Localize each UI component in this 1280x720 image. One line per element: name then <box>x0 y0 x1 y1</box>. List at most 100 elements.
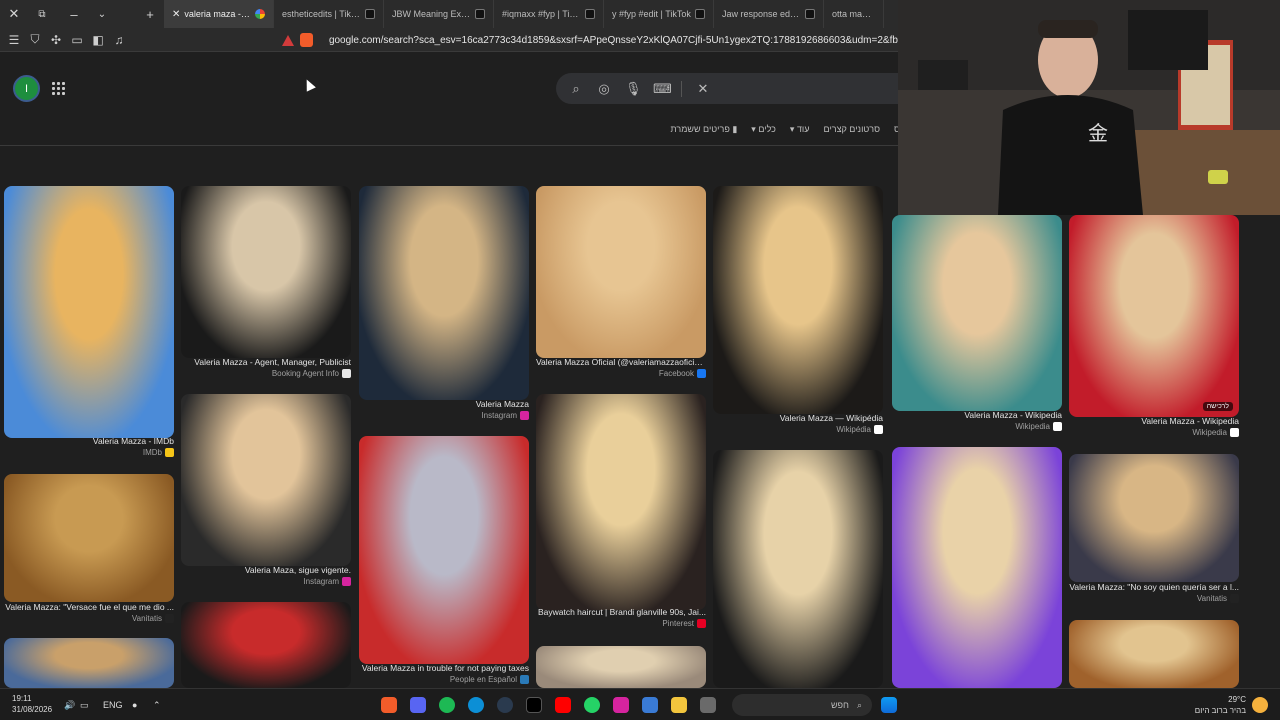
file-explorer-icon[interactable] <box>671 697 687 713</box>
image-result-source[interactable]: Instagram <box>181 577 351 586</box>
source-label: IMDb <box>142 448 162 457</box>
shield-icon[interactable]: ⛉ <box>25 30 45 50</box>
youtube-icon[interactable] <box>555 697 571 713</box>
filter-short-videos[interactable]: סרטונים קצרים <box>824 124 880 138</box>
image-result-caption[interactable]: Valeria Mazza: "Versace fue el que me di… <box>4 602 174 612</box>
image-result-thumb[interactable]: לרכישה <box>1069 215 1239 417</box>
keyboard-icon[interactable]: ⌨ <box>653 81 672 97</box>
image-result-source[interactable]: Facebook <box>536 369 706 378</box>
image-result-thumb[interactable] <box>359 436 529 664</box>
image-result-source[interactable]: Instagram <box>359 411 529 420</box>
filter-saved[interactable]: פריטים ששמרת ▮ <box>670 124 737 138</box>
image-result-thumb[interactable] <box>536 186 706 358</box>
image-result-thumb[interactable] <box>1069 454 1239 582</box>
image-result-caption[interactable]: Baywatch haircut | Brandi glanville 90s,… <box>536 607 706 617</box>
image-result-source[interactable]: Booking Agent Info <box>181 369 351 378</box>
image-result-thumb[interactable] <box>713 186 883 414</box>
image-result-caption[interactable]: Valeria Mazza - IMDb <box>4 436 174 446</box>
image-thumb-more-6[interactable] <box>1069 620 1239 688</box>
edge-icon[interactable] <box>468 697 484 713</box>
image-result-caption[interactable]: Valeria Mazza - Wikipedia <box>892 410 1062 420</box>
image-result-source[interactable]: Vanitatis <box>4 614 174 623</box>
tab[interactable]: #iqmaxx #fyp | TikTok <box>494 0 604 28</box>
image-result-thumb[interactable] <box>4 474 174 602</box>
wallet-icon[interactable]: ▭ <box>67 30 87 50</box>
image-result-caption[interactable]: Valeria Mazza Oficial (@valeriamazzaofic… <box>536 357 706 367</box>
brave-icon[interactable] <box>381 697 397 713</box>
tab[interactable]: estheticedits | TikTok <box>274 0 384 28</box>
spotify-icon[interactable] <box>439 697 455 713</box>
whatsapp-icon[interactable] <box>584 697 600 713</box>
new-tab-icon[interactable]: + <box>136 0 164 28</box>
steam-icon[interactable] <box>497 697 513 713</box>
image-result-thumb[interactable] <box>181 394 351 566</box>
restore-icon[interactable]: ⧉ <box>28 0 56 28</box>
image-result-caption[interactable]: Valeria Mazza: "No soy quien quería ser … <box>1069 582 1239 592</box>
x-icon[interactable] <box>526 697 542 713</box>
image-result-caption[interactable]: Valeria Mazza <box>359 399 529 409</box>
image-result-thumb[interactable] <box>359 186 529 400</box>
clear-search-icon[interactable]: ✕ <box>696 81 710 97</box>
image-thumb-more-4[interactable] <box>713 450 883 688</box>
image-result-caption[interactable]: Valeria Mazza in trouble for not paying … <box>359 663 529 673</box>
image-result-caption[interactable]: Valeria Mazza — Wikipédia <box>713 413 883 423</box>
microphone-icon[interactable]: 🎙 <box>625 81 642 97</box>
image-result-thumb[interactable] <box>536 394 706 610</box>
store-icon[interactable] <box>642 697 658 713</box>
image-result-thumb[interactable] <box>181 186 351 358</box>
image-thumb-more-1[interactable] <box>4 638 174 688</box>
search-bar[interactable]: ⌕ ◎ 🎙 ⌨ ✕ <box>556 73 900 104</box>
sidebar-icon[interactable]: ◧ <box>88 30 108 50</box>
volume-icon[interactable]: 🔊 <box>64 700 75 711</box>
close-window-icon[interactable]: ✕ <box>0 0 28 28</box>
tab[interactable]: otta make a... <box>824 0 884 28</box>
image-result-source[interactable]: Vanitatis <box>1069 594 1239 603</box>
weather-widget[interactable]: 29°C בהיר ברוב היום <box>1176 694 1246 716</box>
image-thumb-more-5[interactable] <box>892 447 1062 688</box>
image-result-caption[interactable]: Valeria Mazza - Agent, Manager, Publicis… <box>181 357 351 367</box>
close-tab-icon[interactable]: ✕ <box>172 9 180 20</box>
tab[interactable]: Jaw response edit — <box>714 0 824 28</box>
image-result-thumb[interactable] <box>892 215 1062 411</box>
image-result-thumb[interactable] <box>4 186 174 438</box>
network-icon[interactable]: ▭ <box>80 700 89 711</box>
taskbar-search[interactable]: חפש ⌕ <box>732 694 872 716</box>
instagram-icon[interactable] <box>613 697 629 713</box>
clock[interactable]: 19:11 31/08/2026 <box>12 693 52 715</box>
menu-icon[interactable]: ☰ <box>4 30 24 50</box>
lens-icon[interactable]: ◎ <box>597 81 611 97</box>
tab[interactable]: y #fyp #edit | TikTok <box>604 0 714 28</box>
language-indicator[interactable]: ENG <box>103 700 123 710</box>
image-result-source[interactable]: People en Español <box>359 675 529 684</box>
music-icon[interactable]: ♫ <box>109 30 129 50</box>
chevron-up-icon[interactable]: ⌃ <box>153 700 161 711</box>
image-result-source[interactable]: Pinterest <box>536 619 706 628</box>
search-icon[interactable]: ⌕ <box>569 81 583 97</box>
extensions-icon[interactable]: ✣ <box>46 30 66 50</box>
image-result-source[interactable]: IMDb <box>4 448 174 457</box>
image-result-source[interactable]: Wikipedia <box>892 422 1062 431</box>
account-avatar[interactable]: I <box>13 75 40 102</box>
image-result-caption[interactable]: Valeria Maza, sigue vigente. <box>181 565 351 575</box>
tab[interactable]: JBW Meaning Explaine <box>384 0 494 28</box>
filter-more[interactable]: ▾ עוד <box>790 124 810 138</box>
alert-icon[interactable] <box>282 34 294 46</box>
source-favicon-icon <box>874 425 883 434</box>
start-windows-icon[interactable] <box>881 697 897 713</box>
image-result-source[interactable]: Wikipedia <box>1069 428 1239 437</box>
brave-shield-icon[interactable] <box>300 33 313 47</box>
filter-tools[interactable]: ▾ כלים <box>751 124 776 138</box>
image-thumb-more-2[interactable] <box>181 602 351 688</box>
url-text[interactable]: google.com/search?sca_esv=16ca2773c34d18… <box>329 35 902 46</box>
minimize-icon[interactable]: – <box>60 0 88 28</box>
address-bar[interactable]: google.com/search?sca_esv=16ca2773c34d18… <box>282 30 902 50</box>
apps-grid-icon[interactable] <box>52 82 66 96</box>
tab-list-chevron-icon[interactable]: ⌄ <box>88 0 116 28</box>
tab-active[interactable]: ✕ valeria maza - כ v <box>164 0 274 28</box>
image-result-source[interactable]: Wikipédia <box>713 425 883 434</box>
app-icon[interactable] <box>700 697 716 713</box>
image-result-caption[interactable]: Valeria Mazza - Wikipedia <box>1069 416 1239 426</box>
microphone-icon[interactable]: ● <box>132 700 137 710</box>
image-thumb-more-3[interactable] <box>536 646 706 688</box>
discord-icon[interactable] <box>410 697 426 713</box>
